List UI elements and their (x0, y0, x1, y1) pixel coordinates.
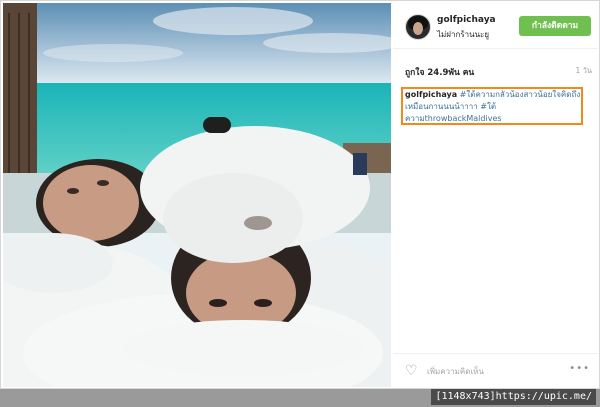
image-watermark: [1148x743]https://upic.me/ (431, 389, 596, 405)
comment-input[interactable] (427, 364, 557, 378)
location-link[interactable]: ไม่ฝากร้านนะยู (437, 28, 489, 41)
instagram-post-frame: golfpichaya ไม่ฝากร้านนะยู กำลังติดตาม ถ… (0, 0, 600, 389)
post-time: 1 วัน (575, 66, 593, 75)
caption-username-link[interactable]: golfpichaya (405, 90, 457, 99)
comment-bar: ♡ ••• (393, 353, 598, 388)
heart-outline-icon[interactable]: ♡ (405, 364, 421, 378)
following-button[interactable]: กำลังติดตาม (519, 16, 591, 36)
post-header: golfpichaya ไม่ฝากร้านนะยู กำลังติดตาม (393, 3, 598, 49)
photo-illustration (3, 3, 391, 387)
more-options-button[interactable]: ••• (569, 363, 590, 374)
avatar[interactable] (405, 14, 431, 40)
post-sidebar: golfpichaya ไม่ฝากร้านนะยู กำลังติดตาม ถ… (393, 3, 598, 387)
username-link[interactable]: golfpichaya (437, 15, 496, 25)
likes-count[interactable]: ถูกใจ 24.9พัน คน (405, 65, 474, 79)
avatar-face-shape (413, 22, 423, 35)
caption: golfpichaya #ใต้ความกลัวน้องสาวน้อยใจคิด… (405, 89, 581, 125)
post-photo[interactable] (3, 3, 391, 387)
